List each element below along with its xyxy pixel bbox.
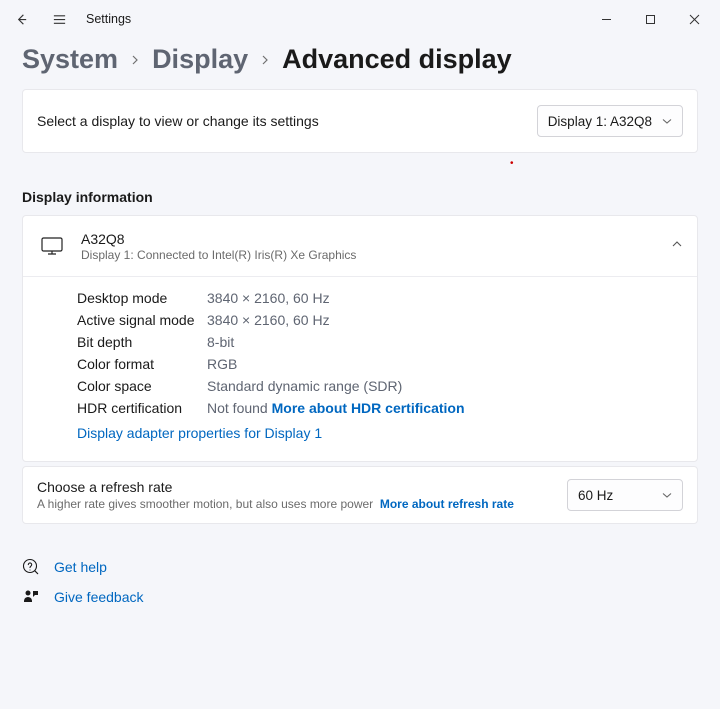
maximize-button[interactable]: [628, 3, 672, 35]
display-name: A32Q8: [81, 231, 356, 247]
display-select-dropdown[interactable]: Display 1: A32Q8: [537, 105, 683, 137]
chevron-right-icon: [260, 52, 270, 68]
info-row: Bit depth 8-bit: [77, 331, 683, 353]
breadcrumb-display[interactable]: Display: [152, 44, 248, 75]
info-row-hdr: HDR certification Not found More about H…: [77, 397, 683, 419]
display-connection: Display 1: Connected to Intel(R) Iris(R)…: [81, 248, 356, 262]
section-heading-display-info: Display information: [22, 189, 698, 205]
nav-toggle-button[interactable]: [42, 2, 76, 36]
page-title: Advanced display: [282, 44, 512, 75]
chevron-up-icon: [671, 237, 683, 255]
display-info-details: Desktop mode 3840 × 2160, 60 Hz Active s…: [23, 277, 697, 461]
hdr-certification-link[interactable]: More about HDR certification: [272, 400, 465, 416]
chevron-down-icon: [662, 114, 672, 129]
footer-links: Get help Give feedback: [22, 552, 698, 612]
back-button[interactable]: [4, 2, 38, 36]
info-row: Color space Standard dynamic range (SDR): [77, 375, 683, 397]
refresh-rate-dropdown[interactable]: 60 Hz: [567, 479, 683, 511]
monitor-icon: [41, 238, 63, 254]
breadcrumb-system[interactable]: System: [22, 44, 118, 75]
chevron-right-icon: [130, 52, 140, 68]
display-info-card: A32Q8 Display 1: Connected to Intel(R) I…: [22, 215, 698, 462]
info-row: Active signal mode 3840 × 2160, 60 Hz: [77, 309, 683, 331]
refresh-rate-card: Choose a refresh rate A higher rate give…: [22, 466, 698, 524]
refresh-rate-title: Choose a refresh rate: [37, 479, 514, 495]
adapter-properties-link[interactable]: Display adapter properties for Display 1: [77, 419, 683, 451]
arrow-left-icon: [14, 12, 29, 27]
breadcrumb: System Display Advanced display: [0, 38, 720, 89]
refresh-rate-value: 60 Hz: [578, 488, 613, 503]
minimize-button[interactable]: [584, 3, 628, 35]
hamburger-icon: [52, 12, 67, 27]
help-icon: [22, 558, 40, 576]
give-feedback-link[interactable]: Give feedback: [22, 582, 698, 612]
maximize-icon: [645, 14, 656, 25]
info-row: Desktop mode 3840 × 2160, 60 Hz: [77, 287, 683, 309]
feedback-icon: [22, 588, 40, 606]
get-help-link[interactable]: Get help: [22, 552, 698, 582]
window-title: Settings: [86, 12, 131, 26]
refresh-rate-link[interactable]: More about refresh rate: [380, 497, 514, 511]
display-info-header[interactable]: A32Q8 Display 1: Connected to Intel(R) I…: [23, 216, 697, 276]
minimize-icon: [601, 14, 612, 25]
title-bar: Settings: [0, 0, 720, 38]
display-select-value: Display 1: A32Q8: [548, 114, 652, 129]
display-select-card: Select a display to view or change its s…: [22, 89, 698, 153]
close-icon: [689, 14, 700, 25]
annotation-dot: •: [510, 158, 514, 169]
chevron-down-icon: [662, 488, 672, 503]
display-select-label: Select a display to view or change its s…: [37, 113, 319, 129]
close-button[interactable]: [672, 3, 716, 35]
info-row: Color format RGB: [77, 353, 683, 375]
